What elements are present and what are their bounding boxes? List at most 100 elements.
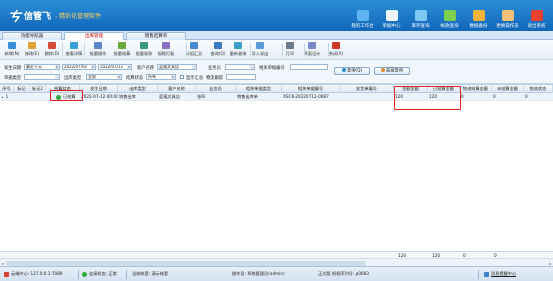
toolbar-button-batch[interactable]: 批量操作 — [88, 42, 108, 59]
toolbar-separator — [250, 43, 251, 57]
top-nav-label: 我的工作台 — [351, 24, 374, 29]
tab-sales-settlement[interactable]: 销售结算单 — [126, 32, 186, 40]
settle-icon — [118, 42, 126, 49]
lookup-icon: … — [250, 65, 254, 69]
outbound-type-select[interactable]: 全部 ▾ — [86, 74, 122, 80]
close-icon — [332, 42, 340, 49]
row-indicator-icon: ▸ — [2, 95, 4, 99]
status-text: 已结算 — [63, 94, 76, 99]
toolbar-button-label: 规格打板 — [157, 51, 175, 56]
toolbar-button-settle[interactable]: 批量结算 — [112, 42, 132, 59]
toolbar-button-receive[interactable]: 批量收款 — [134, 42, 154, 59]
logo-mark: ㄘ — [8, 10, 22, 25]
document-center-icon — [385, 10, 398, 21]
app-header: ㄘ 信管飞 - 精彩化管理软件 我的工作台 单据中心 库存查询 帐款查询 数据备份 更换操… — [0, 0, 553, 31]
toolbar-button-label: 查询(Q) — [210, 51, 226, 56]
backup-icon — [472, 10, 485, 21]
grid-header: 序号 标记 标记2 结算状态 发生日期 出库类型 客户名称 业务员 相关单据类型 相关单据编号 发货… — [0, 85, 553, 93]
status-divider — [78, 270, 79, 279]
date-to-input[interactable]: 2022/07/12 ▾ — [98, 64, 132, 70]
top-nav-item-2[interactable]: 库存查询 — [406, 1, 435, 31]
toolbar-separator — [304, 43, 305, 57]
top-nav-item-4[interactable]: 数据备份 — [464, 1, 493, 31]
toolbar-button-print[interactable]: 打印 — [280, 42, 300, 59]
date-range-select[interactable]: 最近十天 ▾ — [24, 64, 60, 70]
column-header[interactable]: 相关单据编号 — [282, 85, 340, 93]
top-nav-label: 库存查询 — [411, 24, 430, 29]
cell-related-type: 销售出库单 — [237, 94, 258, 99]
toolbar-button-group-summary[interactable]: 分组汇总 — [184, 42, 204, 59]
column-header[interactable]: 标记 — [14, 85, 30, 93]
date-from-input[interactable]: 2022/07/02 ▾ — [62, 64, 96, 70]
top-nav-label: 单据中心 — [382, 24, 401, 29]
table-row[interactable]: 1 已结算 2022-07-12 00:00 销售出库 蓝福文具店 张四 销售出库单 XSCK… — [0, 93, 553, 101]
toolbar-button-label: 导入导出 — [251, 51, 269, 56]
tab-outbound-management[interactable]: 出库管理 — [64, 32, 124, 40]
lookup-icon: … — [55, 75, 59, 79]
column-header[interactable]: 序号 — [0, 85, 14, 93]
top-nav-item-6[interactable]: 退出系统 — [522, 1, 551, 31]
toolbar: 新增(N) 修改(E) 删除(D) 查看详情 批量操作 批量结算 批量收款 规格打板 分组汇总 查… — [0, 40, 553, 60]
toolbar-button-view-details[interactable]: 查看详情 — [64, 42, 84, 59]
toolbar-button-delete[interactable]: 删除(D) — [42, 42, 62, 59]
status-bar: 云端中心: 127.0.0.1:7089 连接状态: 正常 当前帐套: 演示帐套… — [0, 266, 553, 281]
version-status: 正式版 授权序列号: p0083 — [318, 271, 369, 276]
advanced-query-button[interactable]: 高级查询 — [374, 67, 410, 75]
column-header[interactable]: 出库类型 — [118, 85, 158, 93]
query-icon — [214, 42, 222, 49]
column-header[interactable]: 发货单编号 — [340, 85, 394, 93]
toolbar-button-label: 修改(E) — [24, 51, 40, 56]
column-header[interactable]: 相关单据类型 — [236, 85, 282, 93]
toolbar-button-label: 打印 — [285, 51, 295, 56]
column-header[interactable]: 已结算金额 — [428, 85, 460, 93]
toolbar-button-query[interactable]: 查询(Q) — [208, 42, 228, 59]
column-header[interactable]: 客户名称 — [158, 85, 196, 93]
column-header[interactable]: 物流状态 — [524, 85, 553, 93]
message-center-link[interactable]: 消息提醒中心 — [484, 271, 516, 277]
show-summary-label: 显示汇总 — [186, 76, 204, 81]
toolbar-button-edit[interactable]: 修改(E) — [22, 42, 42, 59]
settle-status-select[interactable]: 所有 ▾ — [146, 74, 176, 80]
column-header[interactable]: 业务员 — [196, 85, 236, 93]
status-divider — [478, 270, 479, 279]
cell-shipping-no — [340, 93, 394, 101]
lookup-icon: … — [192, 65, 196, 69]
show-summary-checkbox[interactable] — [180, 75, 184, 79]
app-name: 信管飞 — [24, 12, 52, 22]
toolbar-button-layout-design[interactable]: 界面设计 — [302, 42, 322, 59]
toolbar-button-close[interactable]: 关闭(X) — [326, 42, 346, 59]
toolbar-button-add[interactable]: 新增(N) — [2, 42, 22, 59]
column-header[interactable]: 结算状态 — [46, 85, 80, 93]
doc-type-input[interactable]: … — [24, 74, 60, 80]
top-nav-item-5[interactable]: 更换操作员 — [493, 1, 522, 31]
top-nav-label: 帐款查询 — [440, 24, 459, 29]
query-button[interactable]: 查询(Q) — [334, 67, 370, 75]
salesman-input[interactable]: … — [225, 64, 255, 70]
print-icon — [286, 42, 294, 49]
column-header[interactable]: 金额金额 — [394, 85, 428, 93]
toolbar-button-spec[interactable]: 规格打板 — [156, 42, 176, 59]
customer-input[interactable]: 蓝福文具店… — [157, 64, 197, 70]
column-header[interactable]: 物流结算金额 — [460, 85, 492, 93]
toolbar-button-label: 批量收款 — [135, 51, 153, 56]
related-no-label: 相关单据编号 — [259, 66, 285, 71]
top-nav: 我的工作台 单据中心 库存查询 帐款查询 数据备份 更换操作员 退出系统 — [348, 1, 551, 31]
toolbar-button-requery[interactable]: 重新查询 — [228, 42, 248, 59]
top-nav-item-1[interactable]: 单据中心 — [377, 1, 406, 31]
import-export-icon — [256, 42, 264, 49]
column-header[interactable]: 标记2 — [30, 85, 46, 93]
related-no-input[interactable] — [290, 64, 328, 70]
toolbar-button-import-export[interactable]: 导入导出 — [250, 42, 270, 59]
column-header[interactable]: 未结算金额 — [492, 85, 524, 93]
column-header[interactable]: 发生日期 — [80, 85, 118, 93]
add-icon — [8, 42, 16, 49]
logistics-input[interactable] — [226, 74, 256, 80]
toolbar-button-label: 新增(N) — [4, 51, 20, 56]
tab-function-navigator[interactable]: 功能导航器 — [2, 32, 62, 40]
connection-status: 连接状态: 正常 — [82, 271, 117, 277]
date-label: 发生日期 — [4, 66, 22, 71]
top-nav-item-0[interactable]: 我的工作台 — [348, 1, 377, 31]
top-nav-item-3[interactable]: 帐款查询 — [435, 1, 464, 31]
filter-panel: 发生日期 最近十天 ▾ 2022/07/02 ▾ 2022/07/12 ▾ 客户名称 … — [0, 60, 553, 84]
company-status: 当前帐套: 演示帐套 — [132, 271, 169, 276]
